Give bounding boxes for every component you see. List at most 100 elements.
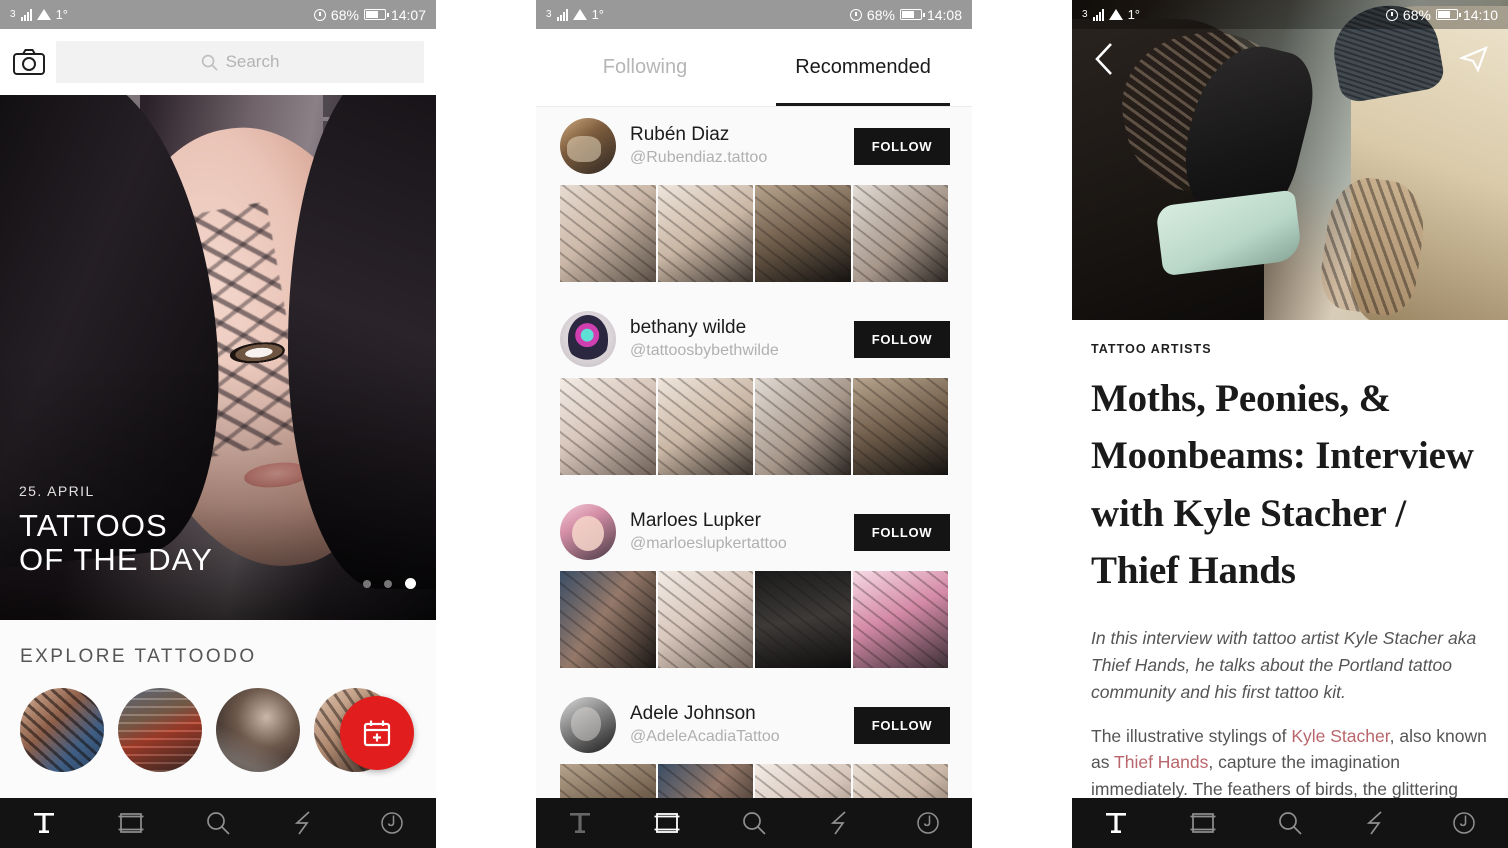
- nav-bolt-icon[interactable]: [811, 803, 871, 843]
- nav-profile-icon[interactable]: [1434, 803, 1494, 843]
- thumbnail[interactable]: [560, 185, 656, 282]
- status-left: 3 1°: [10, 7, 68, 22]
- alarm-icon: [313, 8, 326, 21]
- clock-label: 14:10: [1462, 6, 1498, 23]
- nav-tattoodo-t-icon[interactable]: [550, 803, 610, 843]
- battery-icon: [363, 9, 389, 20]
- bottom-nav-home[interactable]: [0, 798, 436, 848]
- nav-feed-icon[interactable]: [637, 803, 697, 843]
- list-item[interactable]: Marloes Lupker @marloeslupkertattoo FOLL…: [536, 493, 972, 571]
- hero-caption: 25. APRIL TATTOOS OF THE DAY: [19, 483, 213, 578]
- row-spacer: [536, 282, 972, 300]
- thumbnail[interactable]: [755, 378, 851, 475]
- nav-tattoodo-t-icon[interactable]: [1086, 803, 1146, 843]
- avatar[interactable]: [560, 118, 616, 174]
- nav-profile-icon[interactable]: [362, 803, 422, 843]
- article-paragraph: The illustrative stylings of Kyle Stache…: [1091, 723, 1489, 803]
- home-search-row: Search: [0, 29, 436, 95]
- list-item[interactable]: Adele Johnson @AdeleAcadiaTattoo FOLLOW: [536, 686, 972, 764]
- thumbnail[interactable]: [560, 378, 656, 475]
- phone-screen-home: 3 1° 68% 14:07 Search 25. APRIL TATTOOS …: [0, 0, 436, 848]
- create-appointment-fab[interactable]: [340, 696, 414, 770]
- article-category-label: TATTOO ARTISTS: [1091, 342, 1212, 356]
- thumbnail[interactable]: [657, 571, 753, 668]
- bottom-nav-feed[interactable]: [536, 798, 972, 848]
- avatar[interactable]: [560, 504, 616, 560]
- status-bar-article: 3 1° 68% 14:10: [1072, 0, 1508, 29]
- explore-circle-sleeve-tattoo[interactable]: [20, 688, 104, 772]
- camera-icon[interactable]: [12, 47, 46, 77]
- thumbnail[interactable]: [852, 378, 948, 475]
- nav-search-icon[interactable]: [724, 803, 784, 843]
- thumbnail[interactable]: [560, 571, 656, 668]
- article-hero-image-tattoo-session: 3 1° 68% 14:10: [1072, 0, 1508, 320]
- signal-bars-icon: [556, 8, 568, 21]
- list-item[interactable]: Rubén Diaz @Rubendiaz.tattoo FOLLOW: [536, 107, 972, 185]
- phone-screen-feed: 3 1° 68% 14:08 Following Recommended Rub…: [536, 0, 972, 848]
- thumbnail[interactable]: [657, 185, 753, 282]
- clock-label: 14:08: [926, 6, 962, 23]
- search-input[interactable]: Search: [56, 41, 424, 83]
- user-handle: @marloeslupkertattoo: [630, 535, 787, 553]
- page-dot-2[interactable]: [384, 579, 392, 588]
- user-text: Adele Johnson @AdeleAcadiaTattoo: [630, 702, 854, 747]
- wifi-icon: [572, 9, 587, 20]
- thumbnail[interactable]: [755, 185, 851, 282]
- article-headline: Moths, Peonies, & Moonbeams: Interview w…: [1091, 377, 1474, 592]
- share-button[interactable]: [1458, 44, 1490, 79]
- hero-date: 25. APRIL: [19, 482, 95, 499]
- back-button[interactable]: [1090, 40, 1120, 83]
- thumbnail-row: [536, 185, 972, 282]
- feed-tabs[interactable]: Following Recommended: [536, 29, 972, 107]
- status-right: 68% 14:07: [313, 7, 426, 23]
- nav-bolt-icon[interactable]: [275, 803, 335, 843]
- thumbnail[interactable]: [852, 571, 948, 668]
- tab-recommended[interactable]: Recommended: [754, 29, 972, 106]
- thumbnail[interactable]: [852, 185, 948, 282]
- page-dot-1[interactable]: [363, 579, 371, 588]
- nav-feed-icon[interactable]: [1173, 803, 1233, 843]
- follow-button[interactable]: FOLLOW: [854, 513, 950, 551]
- avatar[interactable]: [560, 697, 616, 753]
- signal-bars-icon: [20, 8, 32, 21]
- hero-title-line-2: OF THE DAY: [19, 542, 214, 578]
- artist-link-thief-hands[interactable]: Thief Hands: [1114, 752, 1208, 772]
- nav-tattoodo-t-icon[interactable]: [14, 803, 74, 843]
- battery-icon: [1435, 9, 1461, 20]
- user-name: bethany wilde: [630, 317, 747, 339]
- user-text: Marloes Lupker @marloeslupkertattoo: [630, 509, 854, 554]
- avatar[interactable]: [560, 311, 616, 367]
- nav-bolt-icon[interactable]: [1347, 803, 1407, 843]
- bottom-nav-article[interactable]: [1072, 798, 1508, 848]
- page-dot-3-active[interactable]: [405, 578, 416, 589]
- thumbnail-row: [536, 571, 972, 668]
- user-handle: @tattoosbybethwilde: [630, 342, 779, 360]
- nav-feed-icon[interactable]: [101, 803, 161, 843]
- article-body: TATTOO ARTISTS Moths, Peonies, & Moonbea…: [1072, 320, 1508, 803]
- status-bar-home: 3 1° 68% 14:07: [0, 0, 436, 29]
- follow-button[interactable]: FOLLOW: [854, 127, 950, 165]
- status-bar-feed: 3 1° 68% 14:08: [536, 0, 972, 29]
- nav-search-icon[interactable]: [1260, 803, 1320, 843]
- nav-search-icon[interactable]: [188, 803, 248, 843]
- battery-percent: 68%: [1402, 6, 1431, 23]
- row-spacer: [536, 475, 972, 493]
- artist-link-kyle-stacher[interactable]: Kyle Stacher: [1291, 726, 1389, 746]
- hero-carousel[interactable]: 25. APRIL TATTOOS OF THE DAY: [0, 95, 436, 620]
- paragraph-prefix: The illustrative stylings of: [1091, 725, 1292, 746]
- nav-profile-icon[interactable]: [898, 803, 958, 843]
- article-top-nav[interactable]: [1072, 30, 1508, 92]
- follow-button[interactable]: FOLLOW: [854, 320, 950, 358]
- signal-bars-icon: [1092, 8, 1104, 21]
- explore-circle-tattoo-shop[interactable]: [118, 688, 202, 772]
- thumbnail[interactable]: [657, 378, 753, 475]
- carousel-page-indicator[interactable]: [363, 578, 416, 589]
- panel-gap-2: [972, 0, 1072, 848]
- battery-percent: 68%: [866, 6, 895, 23]
- list-item[interactable]: bethany wilde @tattoosbybethwilde FOLLOW: [536, 300, 972, 378]
- explore-circle-artist-working[interactable]: [216, 688, 300, 772]
- follow-button[interactable]: FOLLOW: [854, 706, 950, 744]
- thumbnail[interactable]: [755, 571, 851, 668]
- wifi-icon: [36, 9, 51, 20]
- tab-following[interactable]: Following: [536, 29, 754, 106]
